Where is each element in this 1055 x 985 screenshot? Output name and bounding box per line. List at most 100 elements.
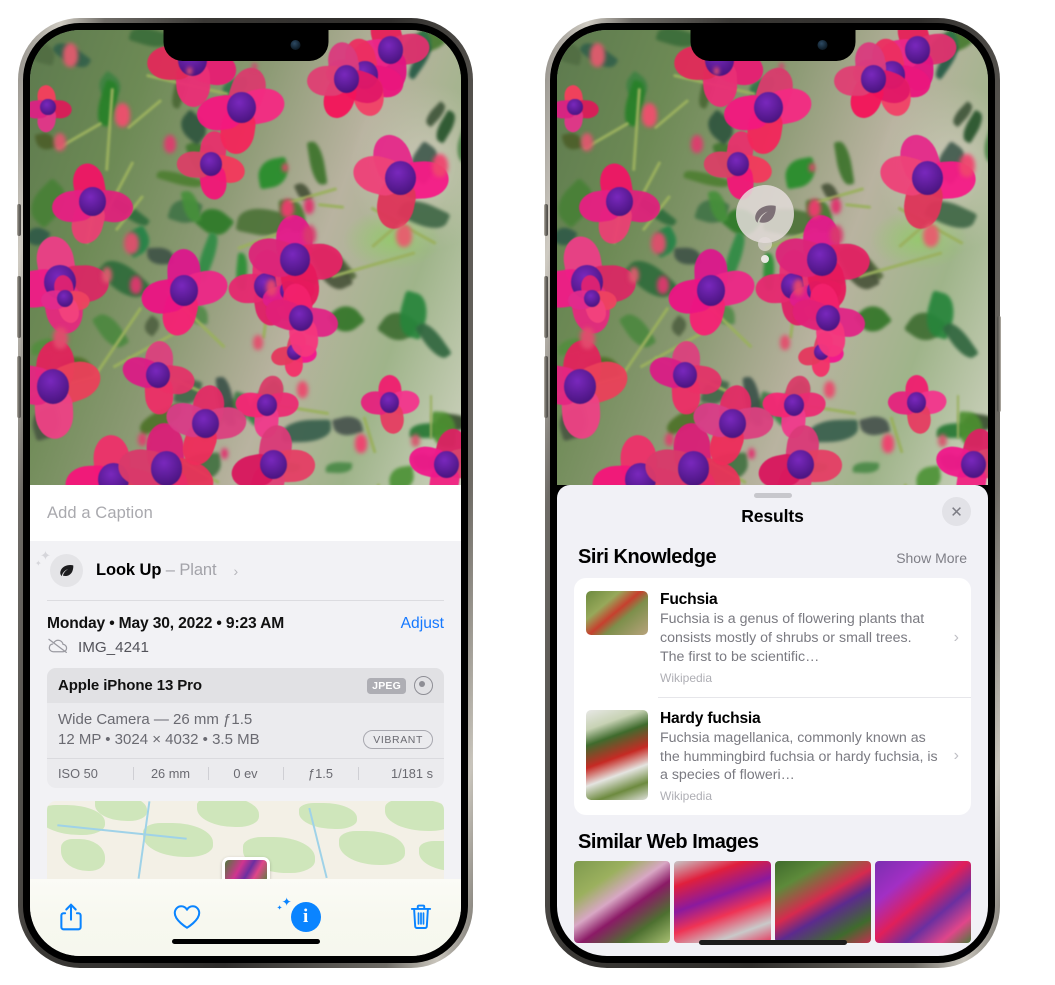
chevron-right-icon: › — [953, 628, 959, 646]
flower-core — [753, 91, 783, 123]
flower-bud — [690, 135, 704, 154]
filename-row: IMG_4241 — [30, 633, 461, 668]
flower-core — [192, 409, 219, 439]
knowledge-source: Wikipedia — [660, 789, 713, 804]
flower-bud — [665, 433, 674, 446]
ring-switch[interactable] — [17, 204, 21, 236]
photo-datetime: Monday • May 30, 2022 • 9:23 AM — [47, 615, 285, 632]
photo-info-sheet: Add a Caption ✦ ✦ Look Up – Plant › Mond… — [30, 485, 461, 956]
web-image-thumbnail[interactable] — [574, 861, 671, 944]
flower-bud — [656, 276, 669, 295]
flower-bud — [923, 223, 940, 248]
photo-viewer-right[interactable] — [557, 30, 988, 485]
results-sheet: Results ✕ Siri Knowledge Show More Fuchs… — [557, 485, 988, 956]
ring-switch[interactable] — [544, 204, 548, 236]
flower-bud — [129, 276, 142, 295]
location-map[interactable] — [47, 801, 444, 879]
flower-core — [145, 362, 170, 389]
flower-core — [697, 274, 726, 306]
flower-core — [583, 289, 600, 307]
siri-knowledge-card: Fuchsia Fuchsia is a genus of flowering … — [574, 578, 971, 816]
exif-stats-row: ISO 50 26 mm 0 ev ƒ1.5 1/181 s — [47, 758, 444, 788]
exif-stat-ev: 0 ev — [208, 766, 283, 781]
flower-bud — [589, 43, 605, 67]
flower-bud — [303, 198, 314, 214]
caption-input[interactable]: Add a Caption — [30, 485, 461, 541]
side-power-button[interactable] — [997, 316, 1001, 412]
flower-bud — [641, 103, 658, 127]
flower-core — [199, 151, 222, 176]
knowledge-thumbnail — [586, 709, 648, 800]
flower-bud — [138, 433, 147, 446]
volume-down-button[interactable] — [544, 356, 548, 418]
flower-core — [150, 451, 183, 485]
volume-up-button[interactable] — [17, 276, 21, 338]
flower-core — [567, 98, 583, 116]
flower-bud — [793, 279, 805, 296]
notch — [163, 30, 328, 61]
front-camera-icon — [817, 40, 827, 50]
plant-stem — [429, 395, 433, 439]
flower-core — [606, 186, 633, 216]
flower-bud — [580, 326, 595, 349]
flower-bud — [823, 381, 835, 398]
flower-bud — [187, 67, 193, 75]
knowledge-description: Fuchsia magellanica, commonly known as t… — [660, 729, 938, 784]
cloud-slash-icon — [47, 638, 69, 657]
home-indicator[interactable] — [698, 940, 847, 945]
adjust-button[interactable]: Adjust — [401, 615, 444, 633]
file-size-info: 12 MP • 3024 × 4032 • 3.5 MB — [58, 731, 260, 748]
siri-knowledge-heading: Siri Knowledge — [578, 546, 717, 568]
flower-bud — [628, 267, 640, 284]
look-up-subject: Plant — [179, 561, 217, 579]
flower-bud — [714, 67, 720, 75]
siri-knowledge-section-header: Siri Knowledge Show More — [557, 541, 988, 578]
volume-up-button[interactable] — [544, 276, 548, 338]
exif-card: Apple iPhone 13 Pro JPEG Wide Camera — 2… — [47, 668, 444, 789]
exif-stat-shutter: 1/181 s — [358, 766, 433, 781]
results-header: Results ✕ — [557, 497, 988, 541]
favorite-heart-icon[interactable] — [172, 903, 202, 931]
flower-core — [288, 304, 313, 332]
show-more-button[interactable]: Show More — [896, 550, 967, 566]
flower-core — [905, 36, 931, 64]
exif-body: Wide Camera — 26 mm ƒ1.5 12 MP • 3024 × … — [47, 703, 444, 758]
flower-core — [815, 304, 840, 332]
home-indicator[interactable] — [171, 939, 320, 944]
web-image-thumbnail[interactable] — [874, 861, 971, 944]
photo-viewer-left[interactable] — [30, 30, 461, 485]
flower-bud — [114, 103, 131, 127]
visual-lookup-badge[interactable] — [736, 185, 794, 263]
look-up-row[interactable]: ✦ ✦ Look Up – Plant › — [30, 541, 461, 600]
right-screen: Results ✕ Siri Knowledge Show More Fuchs… — [557, 30, 988, 956]
flower-core — [719, 409, 746, 439]
similar-web-images-strip — [557, 861, 988, 944]
share-icon[interactable] — [58, 902, 84, 932]
photo-thumbnail-pin — [221, 856, 270, 879]
format-badge: JPEG — [367, 677, 406, 694]
info-icon[interactable]: ✦ ✦ i — [277, 896, 321, 933]
web-image-thumbnail[interactable] — [674, 861, 771, 944]
lens-info: Wide Camera — 26 mm ƒ1.5 — [58, 711, 253, 728]
flower-core — [563, 368, 596, 404]
knowledge-row[interactable]: Hardy fuchsia Fuchsia magellanica, commo… — [574, 696, 971, 816]
trash-icon[interactable] — [409, 903, 433, 931]
flower-bud — [163, 135, 177, 154]
screenshot-root: Add a Caption ✦ ✦ Look Up – Plant › Mond… — [0, 0, 1055, 985]
similar-web-images-section-header: Similar Web Images — [557, 815, 988, 861]
flower-bud — [396, 223, 413, 248]
flower-core — [226, 91, 256, 123]
front-camera-icon — [290, 40, 300, 50]
flower-bud — [780, 334, 790, 350]
flower-bud — [253, 334, 263, 350]
web-image-thumbnail[interactable] — [774, 861, 871, 944]
sparkles-icon: ✦ ✦ — [276, 895, 292, 913]
volume-down-button[interactable] — [17, 356, 21, 418]
leaf-icon — [50, 554, 83, 587]
left-screen: Add a Caption ✦ ✦ Look Up – Plant › Mond… — [30, 30, 461, 956]
similar-web-images-heading: Similar Web Images — [578, 831, 759, 854]
knowledge-row[interactable]: Fuchsia Fuchsia is a genus of flowering … — [574, 578, 971, 697]
close-icon[interactable]: ✕ — [942, 497, 971, 526]
iphone-left-device: Add a Caption ✦ ✦ Look Up – Plant › Mond… — [17, 18, 473, 968]
flower-core — [79, 186, 106, 216]
